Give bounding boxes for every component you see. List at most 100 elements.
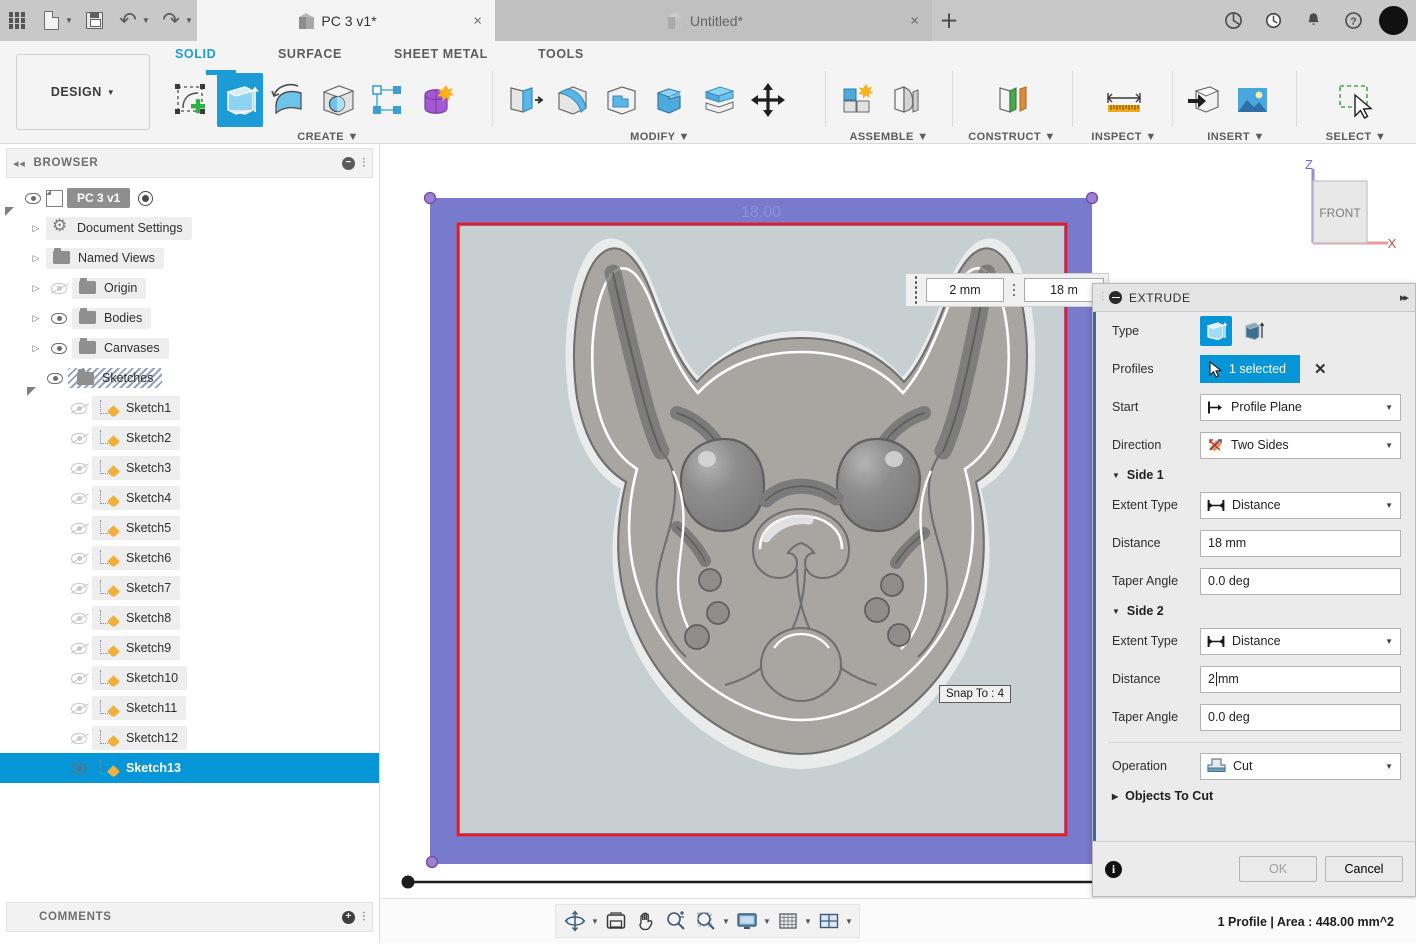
section-side-2[interactable]: ▼ Side 2: [1096, 600, 1415, 622]
sidebar-item-sketch[interactable]: Sketch6: [0, 543, 379, 573]
visibility-toggle[interactable]: [66, 552, 92, 564]
visibility-toggle[interactable]: [66, 432, 92, 444]
visibility-toggle[interactable]: [66, 702, 92, 714]
select-group-label[interactable]: SELECT ▼: [1304, 131, 1408, 143]
visibility-toggle[interactable]: [66, 762, 92, 774]
chevron-right-icon[interactable]: ▷: [26, 283, 46, 294]
orbit-caret-icon[interactable]: ▼: [591, 917, 600, 926]
tab-surface[interactable]: SURFACE: [278, 47, 342, 67]
zoom-window-caret-icon[interactable]: ▼: [722, 917, 731, 926]
clear-selection-icon[interactable]: ✕: [1314, 360, 1327, 378]
avatar[interactable]: [1379, 6, 1408, 35]
redo-icon[interactable]: ↷: [154, 0, 188, 41]
extrude-dialog[interactable]: ⫶ EXTRUDE ▸▸ Type Profiles 1 selected ✕ …: [1092, 283, 1416, 897]
sidebar-item-sketch[interactable]: Sketch5: [0, 513, 379, 543]
document-tab-active[interactable]: PC 3 v1* ×: [197, 0, 495, 41]
chevron-down-icon[interactable]: ▼: [1385, 441, 1393, 450]
measure-button[interactable]: [1101, 73, 1147, 127]
visibility-toggle[interactable]: [66, 492, 92, 504]
activate-radio[interactable]: [138, 190, 154, 206]
collapse-icon[interactable]: [1109, 291, 1123, 304]
visibility-toggle[interactable]: [46, 342, 72, 354]
sidebar-item-canvases[interactable]: ▷ Canvases: [0, 333, 379, 363]
sidebar-item-sketch[interactable]: Sketch7: [0, 573, 379, 603]
sidebar-item-origin[interactable]: ▷ Origin: [0, 273, 379, 303]
sidebar-item-sketch[interactable]: Sketch3: [0, 453, 379, 483]
sidebar-item-sketch[interactable]: Sketch13: [0, 753, 379, 783]
visibility-toggle[interactable]: [66, 672, 92, 684]
grip-icon[interactable]: ⫶: [362, 156, 366, 171]
side2-taper-input[interactable]: 0.0 deg: [1200, 703, 1401, 731]
collapse-left-icon[interactable]: ◂◂: [13, 157, 25, 170]
create-sketch-button[interactable]: [168, 73, 214, 127]
modify-group-label[interactable]: MODIFY ▼: [500, 131, 820, 143]
press-pull-button[interactable]: [500, 73, 546, 127]
thread-button[interactable]: [364, 73, 410, 127]
grip-icon[interactable]: ⫶: [362, 910, 366, 925]
document-tab-untitled[interactable]: Untitled* ×: [495, 0, 932, 41]
undo-icon[interactable]: ↶: [111, 0, 145, 41]
help-icon[interactable]: ?: [1333, 0, 1373, 41]
sidebar-item-sketch[interactable]: Sketch9: [0, 633, 379, 663]
sidebar-item-sketch[interactable]: Sketch4: [0, 483, 379, 513]
chevron-down-icon[interactable]: ▼: [1385, 637, 1393, 646]
extrude-dialog-header[interactable]: ⫶ EXTRUDE ▸▸: [1093, 284, 1415, 312]
visibility-toggle[interactable]: [46, 282, 72, 294]
visibility-toggle[interactable]: [66, 612, 92, 624]
sidebar-item-sketches[interactable]: Sketches: [0, 363, 379, 396]
operation-select[interactable]: Cut ▼: [1200, 752, 1401, 780]
tab-sheet-metal[interactable]: SHEET METAL: [394, 47, 488, 67]
recent-icon[interactable]: [1253, 0, 1293, 41]
side2-extent-select[interactable]: Distance ▼: [1200, 627, 1401, 655]
combine-button[interactable]: [647, 73, 693, 127]
section-side-1[interactable]: ▼ Side 1: [1096, 464, 1415, 486]
tree-root-pc3[interactable]: PC 3 v1: [0, 183, 379, 216]
section-objects-to-cut[interactable]: ▶ Objects To Cut: [1096, 785, 1415, 807]
inspect-group-label[interactable]: INSPECT ▼: [1080, 131, 1168, 143]
zoom-icon[interactable]: [662, 907, 690, 935]
form-button[interactable]: [413, 73, 459, 127]
sidebar-item-bodies[interactable]: ▷ Bodies: [0, 303, 379, 333]
sidebar-item-sketch[interactable]: Sketch11: [0, 693, 379, 723]
chevron-down-icon[interactable]: ▼: [1385, 762, 1393, 771]
revolve-button[interactable]: [266, 73, 312, 127]
move-copy-button[interactable]: [745, 73, 791, 127]
select-window-button[interactable]: [1333, 73, 1379, 127]
sidebar-item-sketch[interactable]: Sketch10: [0, 663, 379, 693]
drag-handle-icon[interactable]: [910, 276, 922, 304]
visibility-toggle[interactable]: [66, 642, 92, 654]
sidebar-item-document-settings[interactable]: ▷ Document Settings: [0, 213, 379, 243]
save-icon[interactable]: [77, 0, 111, 41]
dimension-input-toolbar[interactable]: 2 mm 18 m: [905, 273, 1109, 307]
insert-canvas-button[interactable]: [1229, 73, 1275, 127]
new-tab-button[interactable]: +: [932, 0, 966, 41]
minimize-icon[interactable]: −: [342, 156, 356, 170]
dimension-options-icon[interactable]: [1008, 283, 1020, 297]
cancel-button[interactable]: Cancel: [1325, 856, 1403, 882]
shell-button[interactable]: [598, 73, 644, 127]
look-at-icon[interactable]: [602, 907, 630, 935]
close-icon[interactable]: ×: [910, 12, 919, 29]
display-settings-caret-icon[interactable]: ▼: [763, 917, 772, 926]
sidebar-item-named-views[interactable]: ▷ Named Views: [0, 243, 379, 273]
expand-right-icon[interactable]: ▸▸: [1400, 291, 1409, 304]
visibility-toggle[interactable]: [20, 192, 46, 204]
add-comment-button[interactable]: +: [342, 910, 356, 924]
visibility-toggle[interactable]: [66, 732, 92, 744]
grid-snap-icon[interactable]: [774, 907, 802, 935]
start-select[interactable]: Profile Plane ▼: [1200, 393, 1401, 421]
side1-taper-input[interactable]: 0.0 deg: [1200, 567, 1401, 595]
visibility-toggle[interactable]: [66, 522, 92, 534]
zoom-window-icon[interactable]: [692, 907, 720, 935]
sidebar-item-sketch[interactable]: Sketch2: [0, 423, 379, 453]
undo-caret-icon[interactable]: ▼: [142, 0, 154, 41]
side1-extent-select[interactable]: Distance ▼: [1200, 491, 1401, 519]
pan-icon[interactable]: [632, 907, 660, 935]
insert-derive-button[interactable]: [1180, 73, 1226, 127]
chevron-right-icon[interactable]: ▷: [26, 343, 46, 354]
grid-snap-caret-icon[interactable]: ▼: [804, 917, 813, 926]
redo-caret-icon[interactable]: ▼: [185, 0, 197, 41]
create-group-label[interactable]: CREATE ▼: [168, 131, 488, 143]
visibility-toggle[interactable]: [66, 582, 92, 594]
sidebar-item-sketch[interactable]: Sketch1: [0, 393, 379, 423]
